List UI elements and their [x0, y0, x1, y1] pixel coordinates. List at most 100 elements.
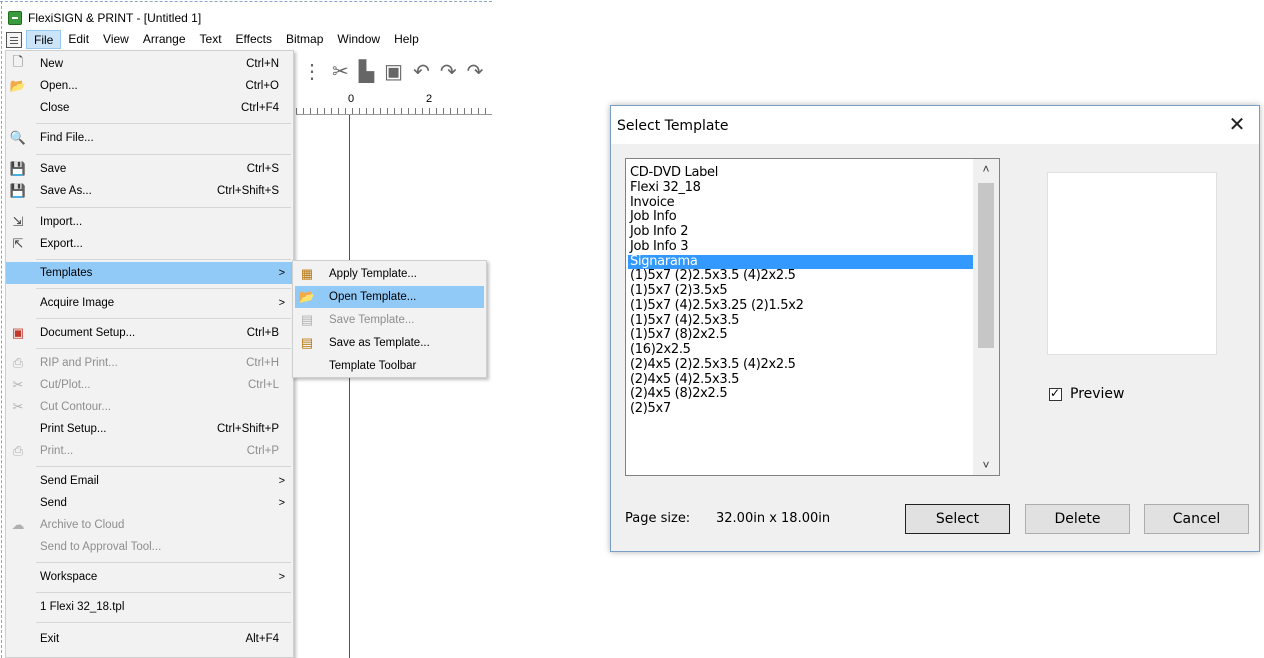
- menu-separator: [36, 622, 291, 623]
- cloud-icon: ☁: [11, 517, 25, 532]
- menu-arrange[interactable]: Arrange: [136, 30, 193, 49]
- menu-item-shortcut: Ctrl+B: [246, 327, 279, 339]
- delete-button[interactable]: Delete: [1025, 504, 1130, 534]
- menu-item-save[interactable]: 💾 Save Ctrl+S: [6, 158, 293, 180]
- undo-icon[interactable]: ↶: [413, 59, 430, 84]
- menu-view[interactable]: View: [96, 30, 136, 49]
- template-list-item[interactable]: Flexi 32_18: [628, 180, 976, 196]
- submenu-item-save-as-template[interactable]: ▤ Save as Template...: [295, 332, 484, 354]
- cancel-button[interactable]: Cancel: [1144, 504, 1249, 534]
- scroll-down-icon[interactable]: ˅: [973, 455, 999, 475]
- menu-item-print-setup[interactable]: Print Setup... Ctrl+Shift+P: [6, 418, 293, 440]
- submenu-arrow-icon: >: [278, 297, 285, 309]
- menu-window[interactable]: Window: [330, 30, 387, 49]
- menu-help[interactable]: Help: [387, 30, 426, 49]
- menu-effects[interactable]: Effects: [229, 30, 279, 49]
- menu-item-workspace[interactable]: Workspace >: [6, 566, 293, 588]
- redo-icon[interactable]: ↷: [440, 59, 457, 84]
- menu-separator: [36, 562, 291, 563]
- checkbox-checked-icon[interactable]: [1049, 386, 1062, 401]
- menu-file[interactable]: File: [26, 30, 62, 49]
- menu-item-cut-plot[interactable]: ✂ Cut/Plot... Ctrl+L: [6, 374, 293, 396]
- menu-item-label: Export...: [40, 238, 83, 250]
- submenu-item-label: Save Template...: [329, 314, 415, 326]
- menu-separator: [36, 288, 291, 289]
- copy-icon[interactable]: ▙: [359, 59, 374, 84]
- menu-item-print[interactable]: ⎙ Print... Ctrl+P: [6, 440, 293, 462]
- menu-item-send[interactable]: Send >: [6, 492, 293, 514]
- export-icon: ⇱: [12, 236, 24, 251]
- canvas-area[interactable]: [296, 115, 352, 658]
- menu-item-shortcut: Ctrl+S: [246, 163, 279, 175]
- menu-bar: File Edit View Arrange Text Effects Bitm…: [6, 29, 426, 50]
- template-list-item[interactable]: Job Info: [628, 209, 976, 225]
- menu-item-new[interactable]: 🗋 New Ctrl+N: [6, 53, 293, 75]
- close-icon[interactable]: ✕: [1223, 112, 1251, 138]
- select-button[interactable]: Select: [905, 504, 1010, 534]
- menu-item-find-file[interactable]: 🔍 Find File...: [6, 127, 293, 149]
- menu-item-rip-and-print[interactable]: ⎙ RIP and Print... Ctrl+H: [6, 352, 293, 374]
- scroll-up-icon[interactable]: ˄: [973, 159, 999, 179]
- menu-item-import[interactable]: ⇲ Import...: [6, 211, 293, 233]
- menu-item-exit[interactable]: Exit Alt+F4: [6, 628, 293, 650]
- menu-item-cut-contour[interactable]: ✂ Cut Contour...: [6, 396, 293, 418]
- app-logo-icon: [8, 11, 22, 25]
- template-list-item[interactable]: Invoice: [628, 195, 976, 211]
- preview-label: Preview: [1070, 386, 1125, 402]
- menu-item-save-as[interactable]: 💾 Save As... Ctrl+Shift+S: [6, 180, 293, 202]
- template-list-item[interactable]: Job Info 2: [628, 224, 976, 240]
- menu-item-close[interactable]: Close Ctrl+F4: [6, 97, 293, 119]
- preview-checkbox[interactable]: Preview: [1049, 386, 1125, 402]
- template-list-item[interactable]: (1)5x7 (8)2x2.5: [628, 327, 976, 343]
- template-list-item[interactable]: CD-DVD Label: [628, 165, 976, 181]
- redo-more-icon[interactable]: ↷: [467, 59, 484, 84]
- menu-item-label: Acquire Image: [40, 297, 115, 309]
- menu-item-label: Archive to Cloud: [40, 519, 125, 531]
- menu-separator: [36, 259, 291, 260]
- template-list[interactable]: CD-DVD Label Flexi 32_18 Invoice Job Info Jo…: [625, 158, 1000, 476]
- template-list-item[interactable]: (1)5x7 (2)3.5x5: [628, 283, 976, 299]
- template-list-item[interactable]: Signarama: [628, 254, 976, 270]
- paste-icon[interactable]: ▣: [384, 59, 403, 84]
- submenu-item-apply-template[interactable]: ▦ Apply Template...: [295, 263, 484, 285]
- menu-item-label: Find File...: [40, 132, 94, 144]
- menu-item-label: Close: [40, 102, 70, 114]
- menu-item-label: Cut Contour...: [40, 401, 111, 413]
- template-list-item[interactable]: Job Info 3: [628, 239, 976, 255]
- menu-edit[interactable]: Edit: [61, 30, 96, 49]
- menu-item-open[interactable]: 📂 Open... Ctrl+O: [6, 75, 293, 97]
- submenu-item-label: Save as Template...: [329, 337, 430, 349]
- template-list-item[interactable]: (1)5x7 (4)2.5x3.5: [628, 313, 976, 329]
- menu-item-acquire-image[interactable]: Acquire Image >: [6, 292, 293, 314]
- template-list-item[interactable]: (2)4x5 (2)2.5x3.5 (4)2x2.5: [628, 357, 976, 373]
- scrollbar-thumb[interactable]: [978, 183, 994, 348]
- submenu-arrow-icon: >: [278, 267, 285, 279]
- menu-item-export[interactable]: ⇱ Export...: [6, 233, 293, 255]
- menu-item-archive-to-cloud[interactable]: ☁ Archive to Cloud: [6, 514, 293, 536]
- template-list-item[interactable]: (2)4x5 (8)2x2.5: [628, 386, 976, 402]
- menu-item-templates[interactable]: Templates >: [6, 262, 293, 284]
- file-menu: 🗋 New Ctrl+N 📂 Open... Ctrl+O Close Ctrl…: [5, 50, 294, 658]
- submenu-item-open-template[interactable]: 📂 Open Template...: [295, 286, 484, 308]
- menu-text[interactable]: Text: [193, 30, 229, 49]
- document-icon[interactable]: [6, 31, 22, 48]
- template-list-item[interactable]: (2)4x5 (4)2.5x3.5: [628, 372, 976, 388]
- menu-item-recent-file[interactable]: 1 Flexi 32_18.tpl: [6, 596, 293, 618]
- template-list-item[interactable]: (2)5x7: [628, 401, 976, 417]
- template-list-item[interactable]: (16)2x2.5: [628, 342, 976, 358]
- template-list-item[interactable]: (1)5x7 (2)2.5x3.5 (4)2x2.5: [628, 268, 976, 284]
- menu-item-document-setup[interactable]: ▣ Document Setup... Ctrl+B: [6, 322, 293, 344]
- menu-bitmap[interactable]: Bitmap: [279, 30, 330, 49]
- submenu-item-label: Apply Template...: [329, 268, 418, 280]
- template-list-item[interactable]: (1)5x7 (4)2.5x3.25 (2)1.5x2: [628, 298, 976, 314]
- template-preview: [1047, 172, 1217, 355]
- submenu-item-save-template[interactable]: ▤ Save Template...: [295, 309, 484, 331]
- submenu-item-template-toolbar[interactable]: Template Toolbar: [295, 355, 484, 377]
- save-icon: 💾: [9, 161, 27, 176]
- template-list-scrollbar[interactable]: ˄ ˅: [973, 159, 999, 475]
- save-as-icon: 💾: [9, 183, 27, 198]
- page-size-value: 32.00in x 18.00in: [716, 511, 831, 526]
- menu-item-send-email[interactable]: Send Email >: [6, 470, 293, 492]
- cut-icon[interactable]: ✂: [332, 59, 349, 84]
- menu-item-send-to-approval-tool[interactable]: Send to Approval Tool...: [6, 536, 293, 558]
